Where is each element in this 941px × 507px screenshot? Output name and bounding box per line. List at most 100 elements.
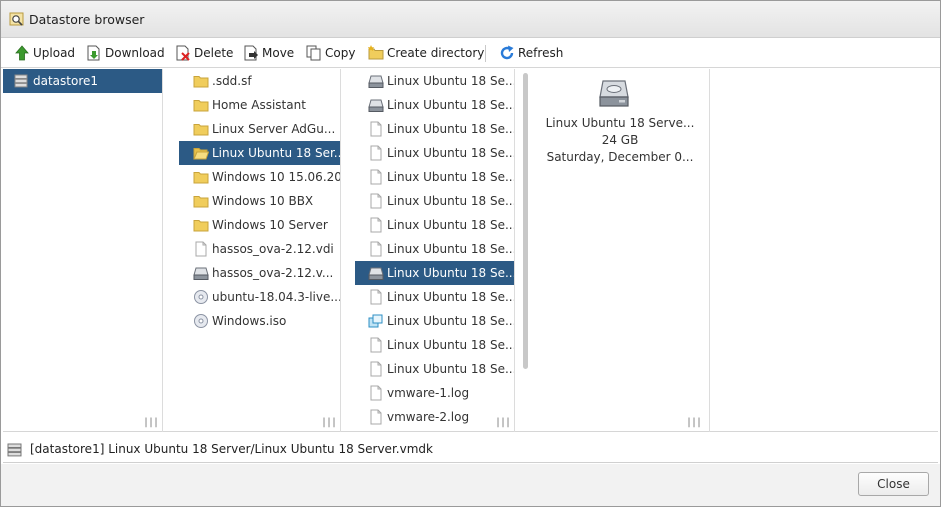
file-list-item-label: Linux Ubuntu 18 Se... <box>387 122 514 136</box>
file-list-item[interactable]: Linux Ubuntu 18 Se... <box>355 237 514 261</box>
file-list-item[interactable]: Linux Ubuntu 18 Se... <box>355 333 514 357</box>
hard-disk-icon <box>599 80 629 107</box>
file-list-item[interactable]: Linux Ubuntu 18 Se... <box>355 261 514 285</box>
column-divider <box>709 69 710 432</box>
file-list-item[interactable]: Linux Ubuntu 18 Se... <box>355 141 514 165</box>
copy-label: Copy <box>325 46 356 60</box>
folder-list-item-label: hassos_ova-2.12.vdi <box>212 242 334 256</box>
refresh-button[interactable]: Refresh <box>499 45 563 62</box>
folder-list-item[interactable]: Windows 10 Server <box>179 213 340 237</box>
file-column-scrollbar[interactable] <box>523 73 528 369</box>
delete-icon <box>176 45 190 61</box>
datastore-icon <box>7 443 22 457</box>
folder-list-item-label: ubuntu-18.04.3-live... <box>212 290 340 304</box>
folder-icon <box>193 172 209 184</box>
file-list-item[interactable]: Linux Ubuntu 18 Se... <box>355 309 514 333</box>
datastore-browser-dialog: Datastore browser Upload Download Delete <box>0 0 941 507</box>
file-list-item[interactable]: Linux Ubuntu 18 Se... <box>355 69 514 93</box>
dialog-title: Datastore browser <box>29 12 145 27</box>
disk-icon <box>193 267 209 280</box>
toolbar-separator <box>485 45 486 62</box>
file-column: ||| Linux Ubuntu 18 Se... Linux Ubuntu 18… <box>355 69 515 432</box>
refresh-label: Refresh <box>518 46 564 60</box>
file-browser: datastore1 ||| ||| .sdd.sf Home Assistant… <box>3 69 938 432</box>
file-list-item[interactable]: Linux Ubuntu 18 Se... <box>355 93 514 117</box>
file-list-item[interactable]: Linux Ubuntu 18 Se... <box>355 189 514 213</box>
delete-button[interactable]: Delete <box>175 45 233 62</box>
title-bar: Datastore browser <box>1 1 940 38</box>
iso-icon <box>194 290 208 304</box>
file-list-item-label: Linux Ubuntu 18 Se... <box>387 362 514 376</box>
file-icon <box>370 385 382 401</box>
dialog-footer: Close <box>1 464 940 506</box>
copy-button[interactable]: Copy <box>306 45 356 62</box>
file-icon <box>370 121 382 137</box>
file-icon <box>370 361 382 377</box>
file-list-item[interactable]: Linux Ubuntu 18 Se... <box>355 285 514 309</box>
folder-list-item[interactable]: Windows.iso <box>179 309 340 333</box>
file-list-item-label: Linux Ubuntu 18 Se... <box>387 290 514 304</box>
status-bar: [datastore1] Linux Ubuntu 18 Server/Linu… <box>3 433 938 463</box>
folder-list-item-label: Linux Server AdGu... <box>212 122 336 136</box>
folder-list-item[interactable]: Home Assistant <box>179 93 340 117</box>
folder-icon <box>193 76 209 88</box>
move-label: Move <box>262 46 295 60</box>
move-icon <box>244 45 258 61</box>
folder-list-item-label: Windows 10 BBX <box>212 194 314 208</box>
file-list-item[interactable]: vmware-1.log <box>355 381 514 405</box>
file-icon <box>370 145 382 161</box>
create-directory-button[interactable]: Create directory <box>368 45 484 62</box>
file-icon <box>370 169 382 185</box>
copy-icon <box>306 45 321 61</box>
column-resize-handle[interactable]: ||| <box>686 417 702 428</box>
folder-icon <box>193 196 209 208</box>
file-list-item-label: Linux Ubuntu 18 Se... <box>387 266 514 280</box>
file-list-item-label: Linux Ubuntu 18 Se... <box>387 218 514 232</box>
datastore-item-datastore1[interactable]: datastore1 <box>3 69 162 93</box>
upload-label: Upload <box>33 46 76 60</box>
folder-list-item[interactable]: Linux Ubuntu 18 Ser... <box>179 141 340 165</box>
column-resize-handle[interactable]: ||| <box>143 417 159 428</box>
download-button[interactable]: Download <box>86 45 165 62</box>
file-list-item-label: Linux Ubuntu 18 Se... <box>387 74 514 88</box>
file-list-item-label: Linux Ubuntu 18 Se... <box>387 242 514 256</box>
file-list-item[interactable]: Linux Ubuntu 18 Se... <box>355 213 514 237</box>
folder-open-icon <box>193 148 209 160</box>
file-list-item-label: Linux Ubuntu 18 Se... <box>387 314 514 328</box>
folder-list-item-label: hassos_ova-2.12.v... <box>212 266 334 280</box>
folder-list-item[interactable]: Linux Server AdGu... <box>179 117 340 141</box>
folder-list-item[interactable]: Windows 10 BBX <box>179 189 340 213</box>
selected-path: [datastore1] Linux Ubuntu 18 Server/Linu… <box>30 442 433 456</box>
upload-button[interactable]: Upload <box>14 45 76 62</box>
file-icon <box>370 193 382 209</box>
folder-list-item-label: Linux Ubuntu 18 Ser... <box>212 146 340 160</box>
folder-list-item[interactable]: hassos_ova-2.12.vdi <box>179 237 340 261</box>
folder-list-item-label: .sdd.sf <box>212 74 252 88</box>
folder-list-item[interactable]: Windows 10 15.06.20 <box>179 165 340 189</box>
file-icon <box>370 337 382 353</box>
file-icon <box>370 217 382 233</box>
download-label: Download <box>105 46 165 60</box>
upload-icon <box>15 45 29 61</box>
move-button[interactable]: Move <box>243 45 295 62</box>
preview-file-size: 24 GB <box>601 133 639 147</box>
close-button[interactable]: Close <box>858 472 929 496</box>
datastore-icon <box>14 74 28 88</box>
folder-icon <box>193 124 209 136</box>
folder-list-item-label: Windows.iso <box>212 314 287 328</box>
file-list-item-label: Linux Ubuntu 18 Se... <box>387 338 514 352</box>
folder-list-item-label: Home Assistant <box>212 98 306 112</box>
disk-icon <box>368 99 384 112</box>
file-list-item[interactable]: Linux Ubuntu 18 Se... <box>355 165 514 189</box>
folder-list-item[interactable]: hassos_ova-2.12.v... <box>179 261 340 285</box>
iso-icon <box>194 314 208 328</box>
folder-list-item[interactable]: .sdd.sf <box>179 69 340 93</box>
file-list-item[interactable]: Linux Ubuntu 18 Se... <box>355 117 514 141</box>
column-resize-handle[interactable]: ||| <box>321 417 337 428</box>
datastore-browser-icon <box>9 12 24 26</box>
folder-list-item-label: Windows 10 Server <box>212 218 328 232</box>
file-list-item[interactable]: vmware-2.log <box>355 405 514 429</box>
file-list-item[interactable]: Linux Ubuntu 18 Se... <box>355 357 514 381</box>
disk-icon <box>368 267 384 280</box>
folder-list-item[interactable]: ubuntu-18.04.3-live... <box>179 285 340 309</box>
